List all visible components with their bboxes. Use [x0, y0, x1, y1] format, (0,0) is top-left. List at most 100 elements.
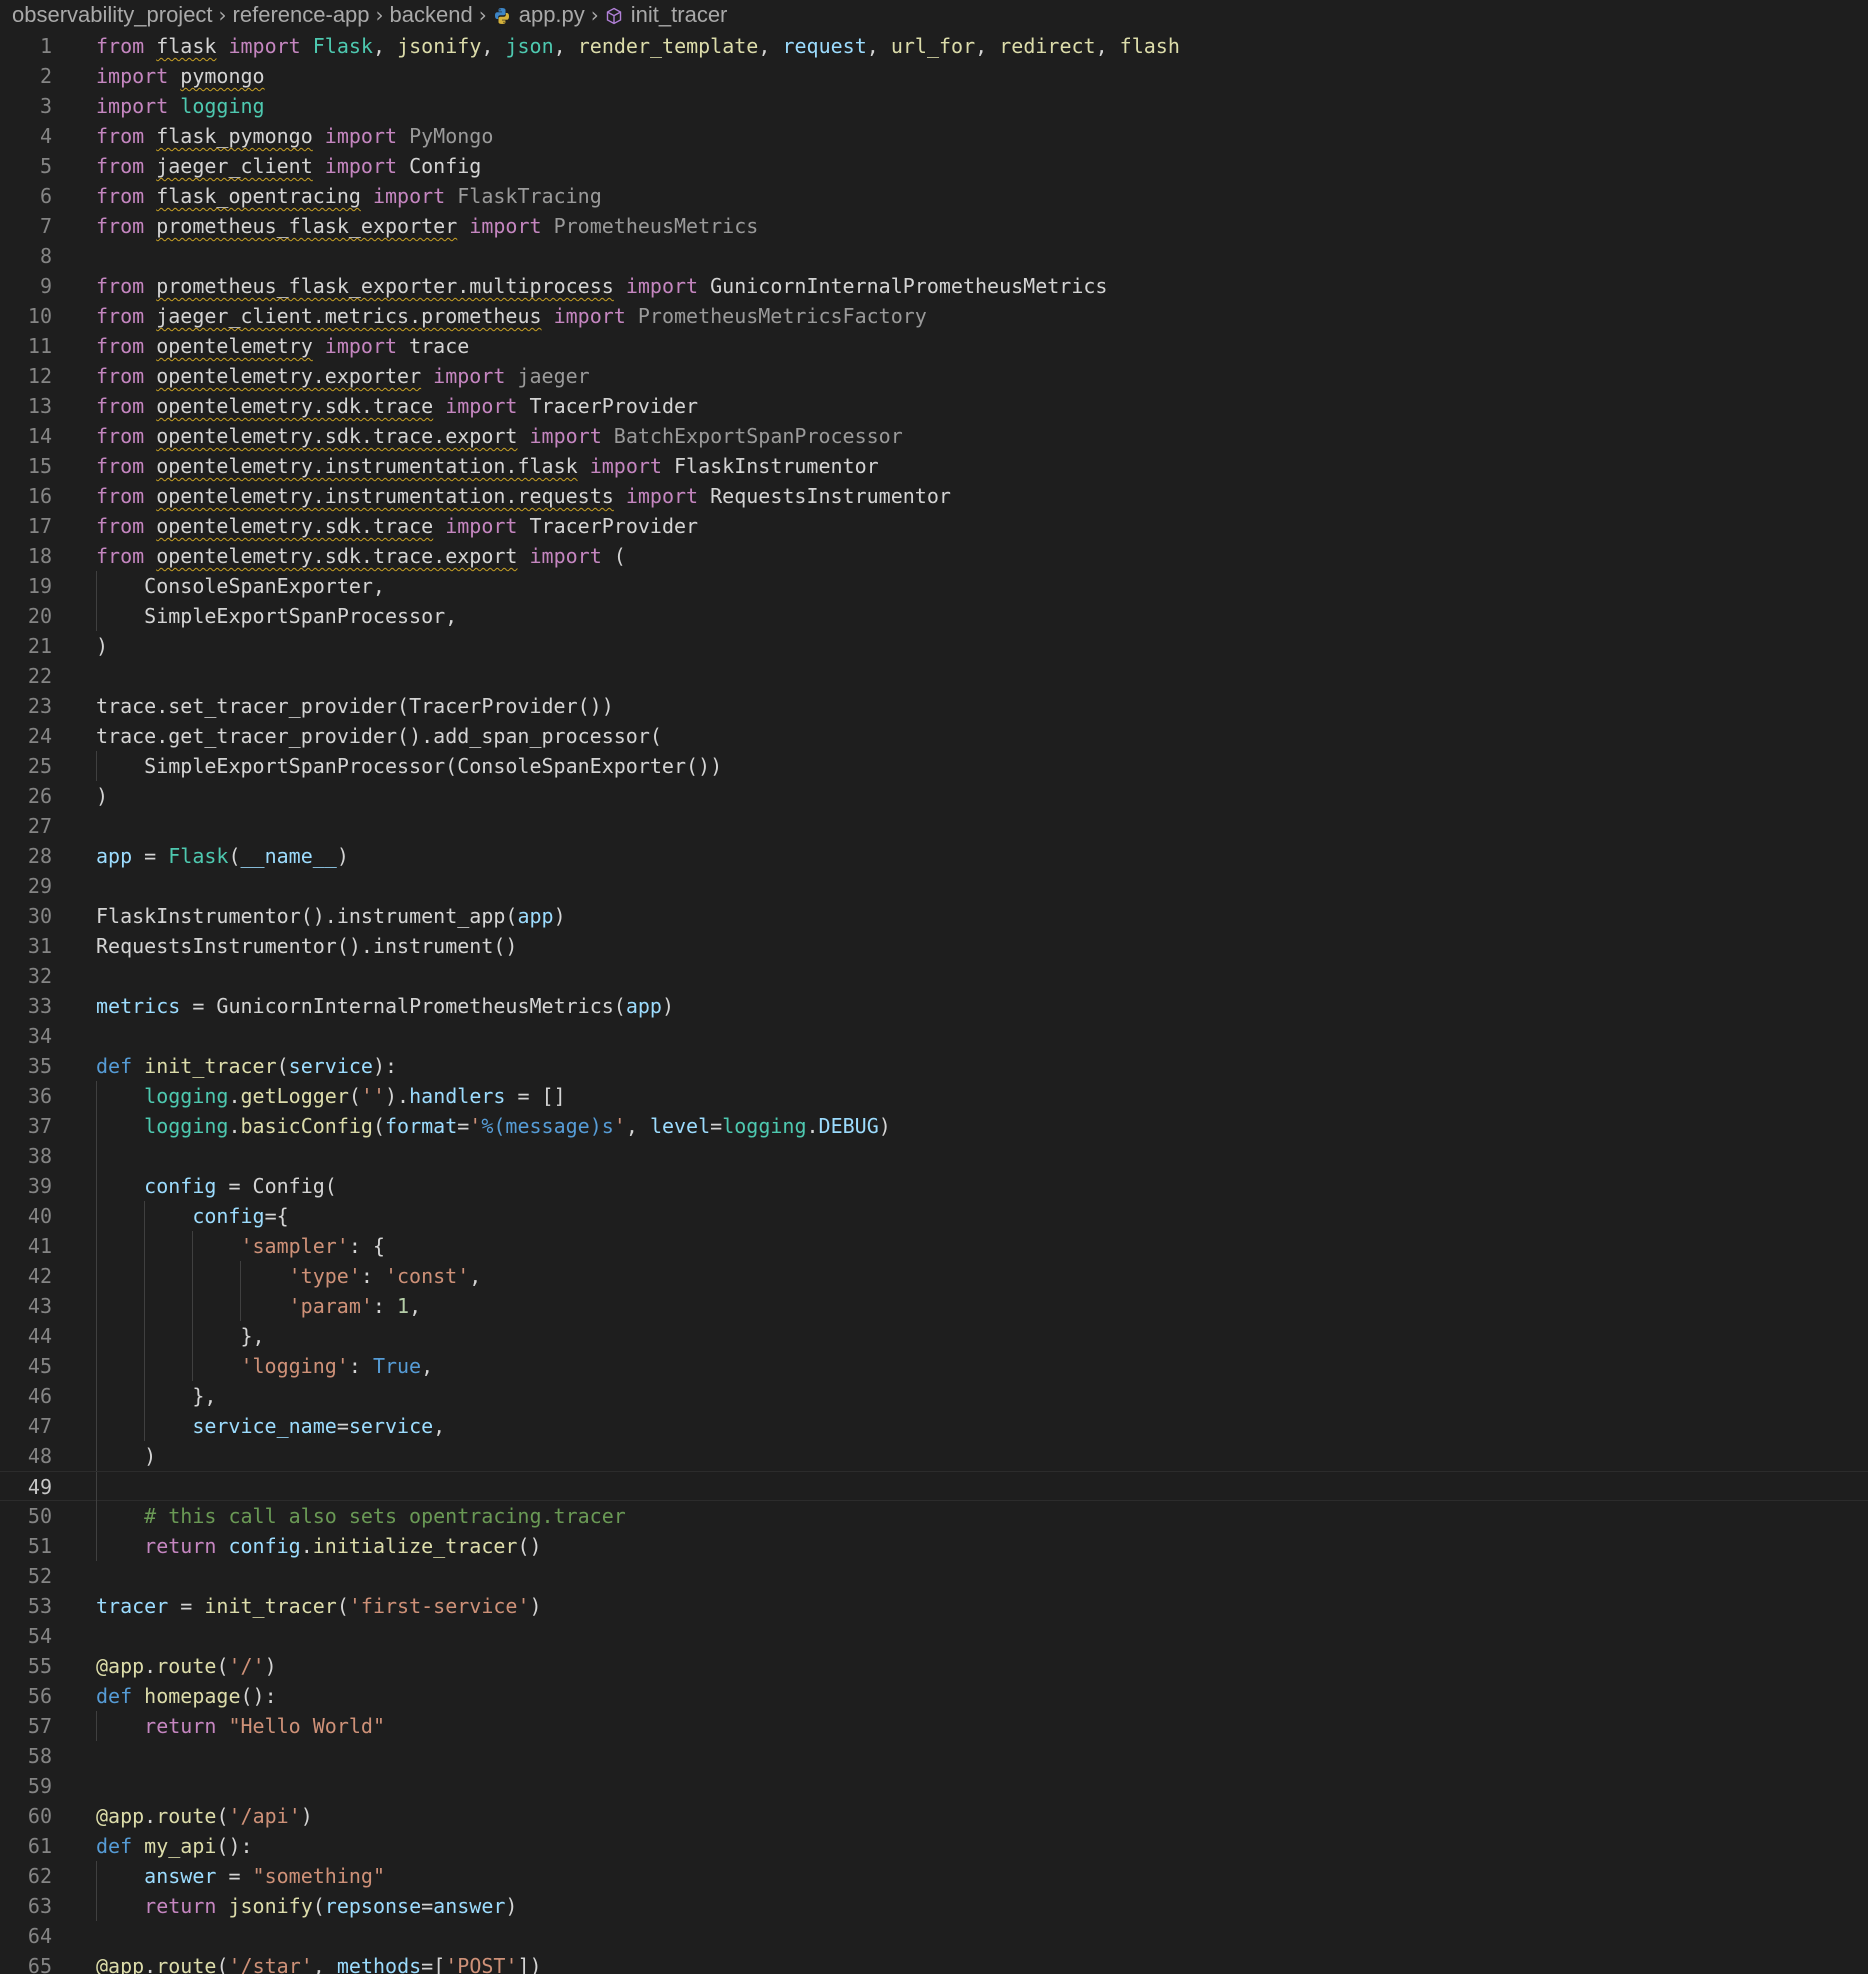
code-line[interactable]: 60 @app.route('/api') — [0, 1801, 1868, 1831]
code-line[interactable]: 11 from opentelemetry import trace — [0, 331, 1868, 361]
code-line[interactable]: 42 'type': 'const', — [0, 1261, 1868, 1291]
code-token: initialize_tracer — [312, 1534, 518, 1558]
breadcrumb: observability_project › reference-app › … — [0, 0, 1868, 30]
code-line[interactable]: 32 — [0, 961, 1868, 991]
code-line[interactable]: 47 service_name=service, — [0, 1411, 1868, 1441]
code-line[interactable]: 2 import pymongo — [0, 61, 1868, 91]
code-line[interactable]: 30 FlaskInstrumentor().instrument_app(app… — [0, 901, 1868, 931]
code-line[interactable]: 59 — [0, 1771, 1868, 1801]
code-line[interactable]: 33 metrics = GunicornInternalPrometheusMe… — [0, 991, 1868, 1021]
code-line[interactable]: 13 from opentelemetry.sdk.trace import Tr… — [0, 391, 1868, 421]
code-line[interactable]: 24 trace.get_tracer_provider().add_span_p… — [0, 721, 1868, 751]
code-token: prometheus_flask_exporter — [156, 214, 458, 238]
code-line[interactable]: 31 RequestsInstrumentor().instrument() — [0, 931, 1868, 961]
code-token: app — [96, 844, 133, 868]
code-token: = — [710, 1114, 723, 1138]
code-line[interactable]: 21) — [0, 631, 1868, 661]
code-line[interactable]: 4 from flask_pymongo import PyMongo — [0, 121, 1868, 151]
code-line[interactable]: 51 return config.initialize_tracer() — [0, 1531, 1868, 1561]
line-number: 15 — [27, 454, 52, 478]
code-line[interactable]: 52 — [0, 1561, 1868, 1591]
code-line[interactable]: 28 app = Flask(__name__) — [0, 841, 1868, 871]
code-line[interactable]: 8 — [0, 241, 1868, 271]
code-line[interactable]: 56 def homepage(): — [0, 1681, 1868, 1711]
python-file-icon — [493, 7, 511, 25]
code-line[interactable]: 10 from jaeger_client.metrics.prometheus … — [0, 301, 1868, 331]
code-token: from — [96, 184, 157, 208]
code-line[interactable]: 9 from prometheus_flask_exporter.multipro… — [0, 271, 1868, 301]
code-line[interactable]: 41 'sampler': { — [0, 1231, 1868, 1261]
breadcrumb-item-reference-app[interactable]: reference-app — [233, 2, 370, 28]
line-number: 44 — [27, 1324, 52, 1348]
breadcrumb-item-file[interactable]: app.py — [493, 2, 585, 28]
code-line[interactable]: 22 — [0, 661, 1868, 691]
code-line[interactable]: 54 — [0, 1621, 1868, 1651]
code-line[interactable]: 64 — [0, 1921, 1868, 1951]
code-line[interactable]: 19 ConsoleSpanExporter, — [0, 571, 1868, 601]
code-line[interactable]: 29 — [0, 871, 1868, 901]
code-line[interactable]: 43 'param': 1, — [0, 1291, 1868, 1321]
code-token: ( — [348, 1084, 361, 1108]
code-line[interactable]: 50 # this call also sets opentracing.trac… — [0, 1501, 1868, 1531]
code-line[interactable]: 63 return jsonify(repsonse=answer) — [0, 1891, 1868, 1921]
code-line[interactable]: 14 from opentelemetry.sdk.trace.export im… — [0, 421, 1868, 451]
code-line[interactable]: 12 from opentelemetry.exporter import jae… — [0, 361, 1868, 391]
code-line[interactable]: 45 'logging': True, — [0, 1351, 1868, 1381]
code-line[interactable]: 18 from opentelemetry.sdk.trace.export im… — [0, 541, 1868, 571]
code-line[interactable]: 20 SimpleExportSpanProcessor, — [0, 601, 1868, 631]
code-line[interactable]: 16 from opentelemetry.instrumentation.req… — [0, 481, 1868, 511]
code-token: ( — [228, 844, 241, 868]
code-editor[interactable]: 1 from flask import Flask, jsonify, json,… — [0, 31, 1868, 1974]
code-token: # this call also sets opentracing.tracer — [144, 1504, 626, 1528]
code-line[interactable]: 36 logging.getLogger('').handlers = [] — [0, 1081, 1868, 1111]
code-token: }, — [192, 1384, 217, 1408]
code-token: def — [96, 1684, 145, 1708]
code-line[interactable]: 55 @app.route('/') — [0, 1651, 1868, 1681]
code-line[interactable]: 39 config = Config( — [0, 1171, 1868, 1201]
code-line[interactable]: 46}, — [0, 1381, 1868, 1411]
code-line[interactable]: 5 from jaeger_client import Config — [0, 151, 1868, 181]
code-line[interactable]: 40 config={ — [0, 1201, 1868, 1231]
code-line[interactable]: 26) — [0, 781, 1868, 811]
code-line[interactable]: 23 trace.set_tracer_provider(TracerProvid… — [0, 691, 1868, 721]
code-line[interactable]: 15 from opentelemetry.instrumentation.fla… — [0, 451, 1868, 481]
code-token: opentelemetry.sdk.trace.export — [156, 424, 518, 448]
code-line[interactable]: 17 from opentelemetry.sdk.trace import Tr… — [0, 511, 1868, 541]
indent-guide — [240, 1261, 242, 1291]
code-token: . — [228, 1114, 241, 1138]
code-line[interactable]: 6 from flask_opentracing import FlaskTrac… — [0, 181, 1868, 211]
line-number: 34 — [27, 1024, 52, 1048]
code-line[interactable]: 57 return "Hello World" — [0, 1711, 1868, 1741]
code-line[interactable]: 49 — [0, 1471, 1868, 1502]
code-line[interactable]: 37 logging.basicConfig(format='%(message)… — [0, 1111, 1868, 1141]
breadcrumb-item-symbol[interactable]: init_tracer — [605, 2, 727, 28]
code-line[interactable]: 44}, — [0, 1321, 1868, 1351]
code-line[interactable]: 38 — [0, 1141, 1868, 1171]
code-line[interactable]: 1 from flask import Flask, jsonify, json,… — [0, 31, 1868, 61]
code-line[interactable]: 53 tracer = init_tracer('first-service') — [0, 1591, 1868, 1621]
code-line[interactable]: 48) — [0, 1441, 1868, 1471]
code-token: Flask — [312, 34, 373, 58]
breadcrumb-item-backend[interactable]: backend — [390, 2, 473, 28]
code-text: from opentelemetry.sdk.trace.export impo… — [96, 541, 626, 571]
code-token: jaeger — [517, 364, 590, 388]
code-line[interactable]: 27 — [0, 811, 1868, 841]
code-token: (): — [240, 1684, 277, 1708]
code-line[interactable]: 25 SimpleExportSpanProcessor(ConsoleSpanE… — [0, 751, 1868, 781]
code-line[interactable]: 58 — [0, 1741, 1868, 1771]
code-line[interactable]: 3 import logging — [0, 91, 1868, 121]
code-token: opentelemetry.sdk.trace.export — [156, 544, 518, 568]
code-token: @app — [96, 1654, 145, 1678]
code-line[interactable]: 61 def my_api(): — [0, 1831, 1868, 1861]
indent-guide — [96, 1201, 97, 1231]
breadcrumb-item-project[interactable]: observability_project — [12, 2, 213, 28]
code-line[interactable]: 65 @app.route('/star', methods=['POST']) — [0, 1951, 1868, 1974]
code-token: route — [156, 1954, 217, 1974]
code-line[interactable]: 34 — [0, 1021, 1868, 1051]
code-text: service_name=service, — [192, 1411, 445, 1441]
code-line[interactable]: 35 def init_tracer(service): — [0, 1051, 1868, 1081]
code-line[interactable]: 7 from prometheus_flask_exporter import P… — [0, 211, 1868, 241]
code-token: jaeger_client — [156, 154, 313, 178]
code-text: ) — [96, 781, 108, 811]
code-line[interactable]: 62 answer = "something" — [0, 1861, 1868, 1891]
